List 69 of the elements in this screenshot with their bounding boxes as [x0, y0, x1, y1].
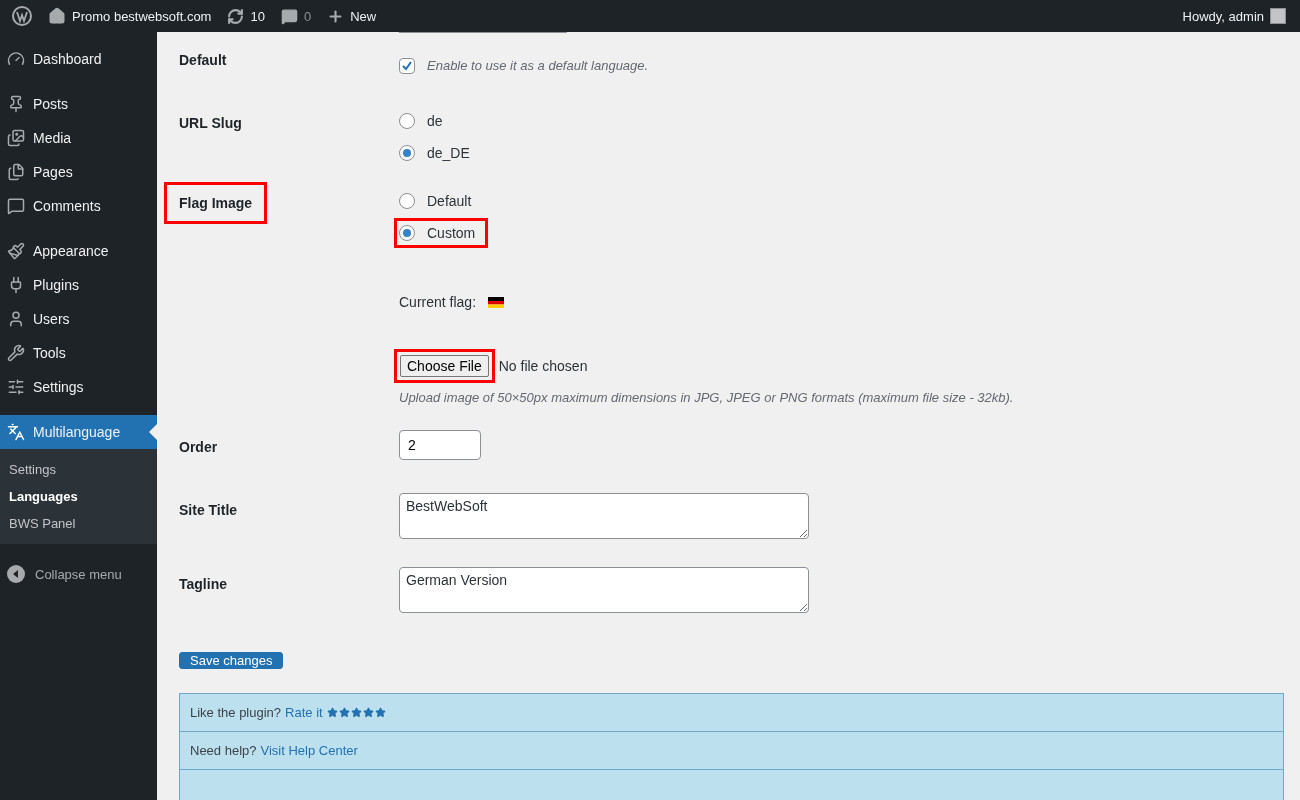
field-label: Tagline [178, 575, 228, 594]
menu-item[interactable]: Plugins [0, 268, 157, 302]
current-flag-label: Current flag: [399, 294, 477, 310]
menu-item[interactable]: Media [0, 121, 157, 155]
menu-icon [7, 95, 25, 113]
field-label: Default [178, 51, 228, 70]
notice-link[interactable]: Visit Help Center [260, 743, 358, 758]
menu-item[interactable]: Settings [0, 370, 157, 404]
field-label: Site Title [178, 501, 239, 520]
save-changes-button[interactable]: Save changes [179, 652, 284, 669]
menu-item[interactable]: Comments [0, 189, 157, 223]
menu-item[interactable]: Users [0, 302, 157, 336]
wordpress-logo-icon[interactable] [12, 6, 32, 26]
greeting-link[interactable]: Howdy, admin [1182, 8, 1264, 24]
radio-label: Custom [427, 225, 476, 241]
new-link[interactable]: New [350, 8, 377, 24]
menu-icon [7, 197, 25, 215]
site-name-link[interactable]: Promo bestwebsoft.com [72, 8, 212, 24]
menu-item[interactable]: Dashboard [0, 42, 157, 76]
comments-count[interactable]: 0 [303, 8, 312, 24]
radio-label: de [427, 113, 443, 129]
notice-link[interactable]: Rate it [285, 705, 323, 720]
updates-count[interactable]: 10 [250, 8, 265, 24]
choose-file-button[interactable]: Choose File [400, 355, 489, 377]
radio-label: Default [427, 193, 472, 209]
submenu-item[interactable]: BWS Panel [0, 510, 157, 537]
upload-hint: Upload image of 50×50px maximum dimensions in JPG, JPEG or PNG formats (maximum file size - 32kb). [399, 390, 1014, 405]
collapse-menu-button[interactable]: Collapse menu [0, 555, 157, 593]
menu-icon [7, 163, 25, 181]
menu-icon [7, 242, 25, 260]
order-field[interactable]: 2 [399, 430, 481, 460]
menu-item[interactable]: Multilanguage [0, 415, 157, 449]
star-icon[interactable] [326, 707, 338, 718]
updates-icon[interactable] [227, 7, 245, 25]
submenu-item[interactable]: Languages [0, 483, 157, 510]
comment-icon[interactable] [280, 7, 298, 25]
menu-icon [7, 129, 25, 147]
text-area[interactable]: German Version [399, 567, 809, 613]
checkbox-description: Enable to use it as a default language. [427, 58, 649, 73]
file-status: No file chosen [498, 358, 588, 374]
menu-icon [7, 423, 25, 441]
checkbox[interactable] [399, 57, 415, 74]
radio-label: de_DE [427, 145, 470, 161]
home-icon[interactable] [48, 7, 66, 25]
notice-text: Need help? [190, 743, 257, 758]
menu-icon [7, 310, 25, 328]
menu-item[interactable]: Posts [0, 87, 157, 121]
star-icon[interactable] [350, 707, 362, 718]
field-label: Order [178, 438, 219, 457]
star-icon[interactable] [338, 707, 350, 718]
notice-text: Like the plugin? [190, 705, 282, 720]
star-icon[interactable] [374, 707, 386, 718]
radio-button[interactable] [399, 145, 415, 161]
menu-icon [7, 378, 25, 396]
submenu-item[interactable]: Settings [0, 456, 157, 483]
radio-button[interactable] [399, 113, 415, 129]
radio-button[interactable] [399, 225, 415, 241]
menu-icon [7, 344, 25, 362]
menu-icon [7, 50, 25, 68]
field-label: URL Slug [178, 114, 243, 133]
flag-icon [488, 296, 505, 308]
menu-item[interactable]: Appearance [0, 234, 157, 268]
radio-button[interactable] [399, 193, 415, 209]
plus-icon[interactable] [327, 7, 345, 25]
menu-item[interactable]: Pages [0, 155, 157, 189]
text-area[interactable]: BestWebSoft [399, 493, 809, 539]
menu-item[interactable]: Tools [0, 336, 157, 370]
field-label: Flag Image [164, 182, 268, 224]
star-icon[interactable] [362, 707, 374, 718]
